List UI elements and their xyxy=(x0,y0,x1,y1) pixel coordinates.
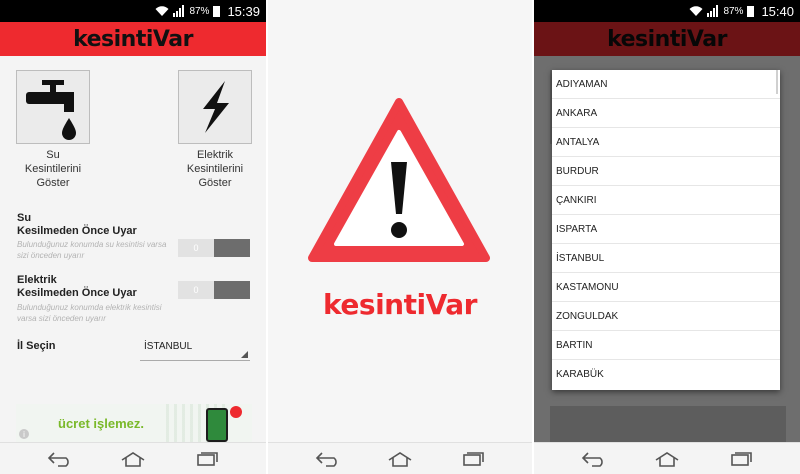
city-option[interactable]: ÇANKIRI xyxy=(552,186,780,215)
city-option[interactable]: ZONGULDAK xyxy=(552,302,780,331)
water-warn-description: Bulunduğunuz konumda su kesintisi varsa … xyxy=(17,240,167,260)
clock: 15:39 xyxy=(227,3,260,19)
water-outages-button[interactable] xyxy=(16,70,90,144)
electric-warn-title: Elektrik Kesilmeden Önce Uyar xyxy=(17,274,137,299)
lightning-bolt-icon xyxy=(203,81,229,133)
signal-icon xyxy=(707,5,719,17)
clock: 15:40 xyxy=(761,3,794,19)
battery-icon xyxy=(213,5,221,17)
phone-splash-screen: kesintiVar xyxy=(268,0,532,474)
back-button[interactable] xyxy=(40,447,80,471)
recent-apps-icon xyxy=(730,451,752,466)
toggle-knob xyxy=(214,281,250,299)
electric-outages-label: Elektrik Kesintilerini Göster xyxy=(186,149,244,189)
recent-apps-button[interactable] xyxy=(186,447,226,471)
back-button[interactable] xyxy=(574,447,614,471)
city-option[interactable]: BURDUR xyxy=(552,157,780,186)
recent-apps-button[interactable] xyxy=(452,447,492,471)
back-icon xyxy=(315,451,337,467)
battery-percent: 87% xyxy=(723,5,744,17)
battery-icon xyxy=(747,5,755,17)
city-option[interactable]: ANKARA xyxy=(552,99,780,128)
toggle-off-label: 0 xyxy=(178,281,214,299)
wifi-icon xyxy=(689,5,703,17)
ad-text: ücret işlemez. xyxy=(58,416,144,431)
city-option[interactable]: ISPARTA xyxy=(552,215,780,244)
electric-outages-button[interactable] xyxy=(178,70,252,144)
back-icon xyxy=(48,451,70,467)
electric-warn-description: Bulunduğunuz konumda elektrik kesintisi … xyxy=(17,303,162,323)
ad-banner[interactable]: ücret işlemez. i xyxy=(16,404,252,442)
recent-apps-icon xyxy=(463,451,484,466)
city-option[interactable]: ANTALYA xyxy=(552,128,780,157)
water-outages-label: Su Kesintilerini Göster xyxy=(24,149,82,189)
dropdown-triangle-icon xyxy=(241,351,248,358)
phone-main-screen: 87% 15:39 kesintiVar Su Kesintilerini Gö… xyxy=(0,0,266,474)
city-option[interactable]: KARABÜK xyxy=(552,360,780,389)
home-icon xyxy=(655,451,679,467)
back-icon xyxy=(582,451,604,467)
water-warn-title: Su Kesilmeden Önce Uyar xyxy=(17,212,137,237)
phone-city-picker-screen: 87% 15:40 kesintiVar ADIYAMANANKARAANTAL… xyxy=(534,0,800,474)
dialog-scrollbar[interactable] xyxy=(776,70,778,94)
recent-apps-button[interactable] xyxy=(720,447,760,471)
city-spinner[interactable]: İSTANBUL xyxy=(140,337,250,361)
ad-info-icon[interactable]: i xyxy=(19,429,29,439)
splash-title: kesintiVar xyxy=(323,288,477,321)
home-button[interactable] xyxy=(380,447,420,471)
navigation-bar xyxy=(0,442,266,474)
signal-icon xyxy=(173,5,185,17)
home-button[interactable] xyxy=(113,447,153,471)
water-warn-toggle[interactable]: 0 xyxy=(178,239,250,257)
app-bar: kesintiVar xyxy=(0,22,266,56)
electric-warn-toggle[interactable]: 0 xyxy=(178,281,250,299)
home-icon xyxy=(388,451,412,467)
city-picker-dialog: ADIYAMAN ANKARA ANTALYA BURDUR ÇANKIRI ISPART… xyxy=(552,70,780,390)
navigation-bar xyxy=(534,442,800,474)
city-selected-value: İSTANBUL xyxy=(144,341,193,352)
toggle-off-label: 0 xyxy=(178,239,214,257)
city-label: İl Seçin xyxy=(17,340,56,352)
wifi-icon xyxy=(155,5,169,17)
home-icon xyxy=(121,451,145,467)
home-button[interactable] xyxy=(647,447,687,471)
ad-badge-icon xyxy=(230,406,242,418)
city-option[interactable]: KASTAMONU xyxy=(552,273,780,302)
status-bar: 87% 15:39 xyxy=(0,0,266,22)
warning-triangle-icon xyxy=(308,98,490,262)
city-option[interactable]: BARTIN xyxy=(552,331,780,360)
app-title: kesintiVar xyxy=(73,26,193,52)
toggle-knob xyxy=(214,239,250,257)
back-button[interactable] xyxy=(308,447,348,471)
battery-percent: 87% xyxy=(189,5,210,17)
recent-apps-icon xyxy=(196,451,218,466)
ad-phone-image xyxy=(206,408,228,442)
city-option[interactable]: ADIYAMAN xyxy=(552,70,780,99)
faucet-drop-icon xyxy=(26,80,76,140)
status-bar: 87% 15:40 xyxy=(534,0,800,22)
city-option[interactable]: İSTANBUL xyxy=(552,244,780,273)
navigation-bar xyxy=(268,442,532,474)
